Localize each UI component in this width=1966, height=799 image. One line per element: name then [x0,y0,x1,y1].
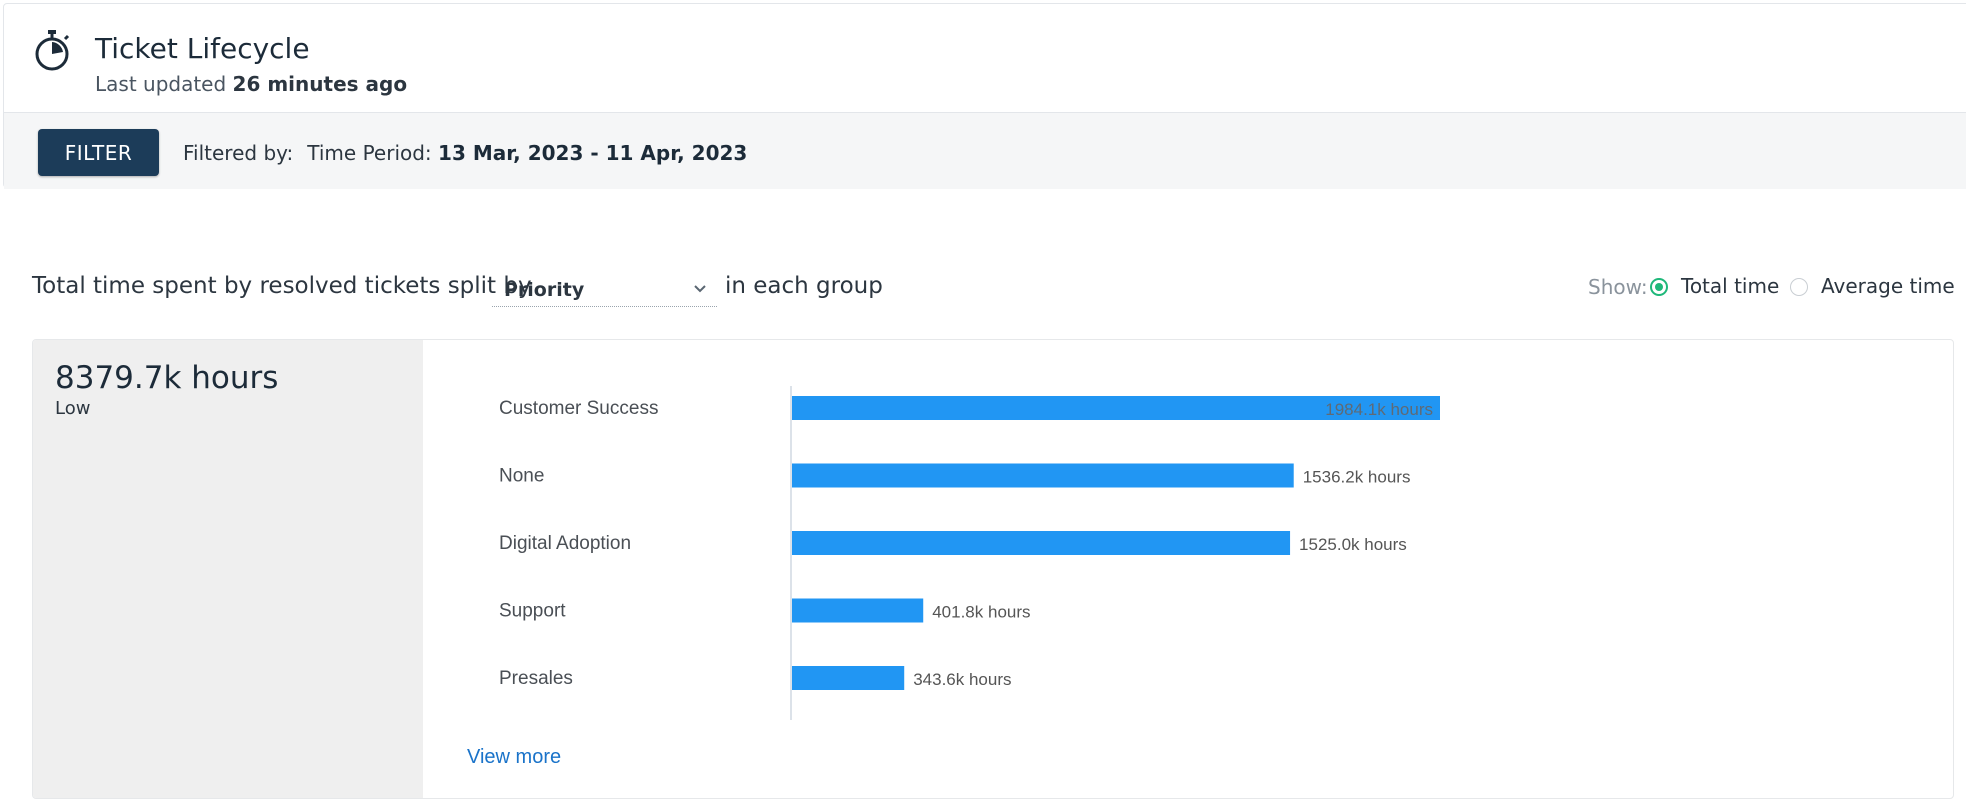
report-header: Ticket Lifecycle Last updated 26 minutes… [4,4,1966,112]
group-panel: 8379.7k hours Low Customer Success 1984.1… [32,339,1954,799]
data-label: 343.6k hours [913,670,1011,689]
filter-button[interactable]: FILTER [38,129,159,176]
average-time-label[interactable]: Average time [1821,274,1955,298]
data-label: 1984.1k hours [1325,400,1433,419]
filtered-by-label: Filtered by: [183,141,294,165]
bar[interactable] [792,463,1294,488]
group-total-value: 8379.7k hours [55,360,279,396]
data-label: 401.8k hours [932,603,1030,622]
bar-chart: Customer Success 1984.1k hours None 1536.2k… [499,386,1440,720]
last-updated-prefix: Last updated [95,72,227,96]
bar[interactable] [792,531,1291,555]
last-updated-value: 26 minutes ago [232,72,408,96]
group-summary[interactable]: 8379.7k hours Low [33,340,423,798]
category-label: Digital Adoption [499,533,631,554]
split-by-value: Priority [504,279,585,301]
group-name: Low [55,398,91,419]
stopwatch-icon [35,30,70,71]
page-title: Ticket Lifecycle [95,32,310,65]
category-label: Support [499,601,566,622]
report-header-card: Ticket Lifecycle Last updated 26 minutes… [3,3,1966,189]
last-updated: Last updated 26 minutes ago [95,72,407,96]
chart-toolbar: Total time spent by resolved tickets spl… [0,265,1966,309]
category-label: None [499,466,544,487]
time-period-label: Time Period: [307,141,432,165]
average-time-radio[interactable] [1790,278,1808,296]
category-label: Presales [499,668,573,689]
bar[interactable] [792,598,924,623]
bar[interactable] [792,666,905,690]
view-more-link[interactable]: View more [467,746,561,769]
active-filters: Filtered by: Time Period: 13 Mar, 2023 - … [183,141,747,165]
split-suffix-text: in each group [725,273,883,299]
chevron-down-icon [694,285,706,293]
total-time-radio[interactable] [1650,278,1668,296]
filter-bar: FILTER Filtered by: Time Period: 13 Mar, … [4,112,1966,189]
split-prefix-text: Total time spent by resolved tickets spl… [32,273,532,299]
time-period-value: 13 Mar, 2023 - 11 Apr, 2023 [438,141,748,165]
show-label: Show: [1588,275,1648,299]
split-by-select[interactable]: Priority [492,267,717,307]
category-label: Customer Success [499,398,658,419]
data-label: 1525.0k hours [1299,535,1407,554]
total-time-label[interactable]: Total time [1681,274,1779,298]
data-label: 1536.2k hours [1303,468,1411,487]
